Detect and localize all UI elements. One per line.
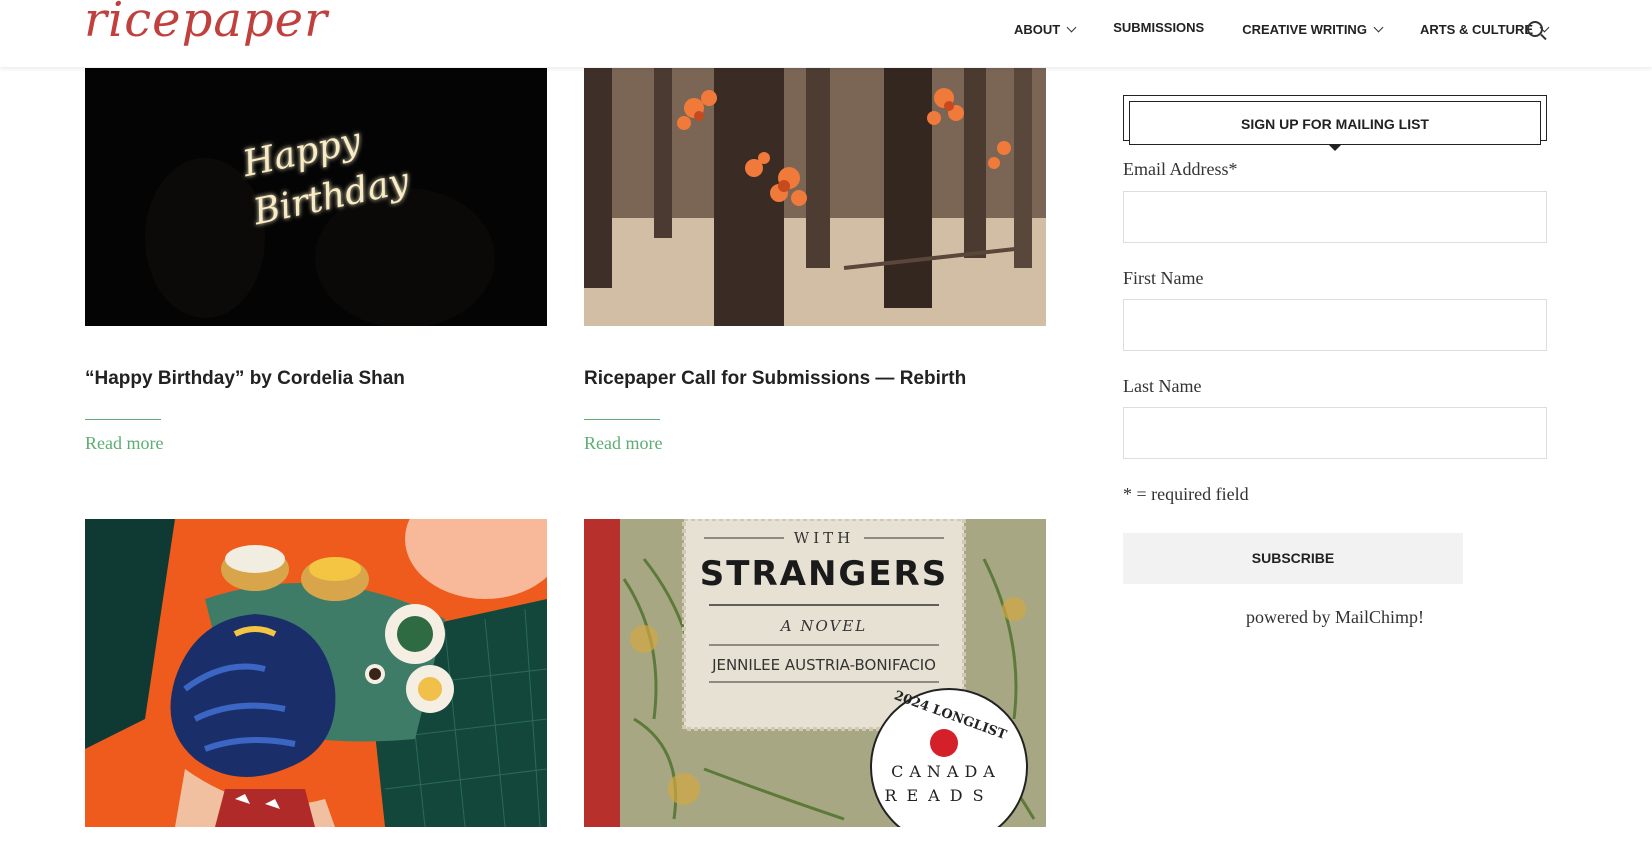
nav-creative-writing[interactable]: CREATIVE WRITING xyxy=(1242,22,1384,37)
last-name-label: Last Name xyxy=(1123,376,1202,396)
nav-creative-writing-label: CREATIVE WRITING xyxy=(1242,22,1367,37)
chevron-down-icon xyxy=(1373,22,1384,33)
book-cover-illustration: WITH STRANGERS A NOVEL JENNILEE AUSTRIA-… xyxy=(584,519,1046,827)
read-more-link[interactable]: Read more xyxy=(85,433,163,454)
subscribe-button[interactable]: SUBSCRIBE xyxy=(1123,533,1463,584)
nav-about-label: ABOUT xyxy=(1014,22,1061,37)
post-image-with-strangers[interactable]: WITH STRANGERS A NOVEL JENNILEE AUSTRIA-… xyxy=(584,519,1046,827)
nav-submissions[interactable]: SUBMISSIONS xyxy=(1113,20,1204,35)
post-title[interactable]: Ricepaper Call for Submissions — Rebirth xyxy=(584,368,966,390)
title-divider xyxy=(584,419,660,420)
mailing-list-widget-title: SIGN UP FOR MAILING LIST xyxy=(1129,101,1541,145)
nav-submissions-label: SUBMISSIONS xyxy=(1113,20,1205,35)
email-field[interactable] xyxy=(1123,191,1547,243)
nav-about[interactable]: ABOUT xyxy=(1014,22,1077,37)
site-logo[interactable]: ricepaper xyxy=(84,0,328,48)
site-header: ricepaper ABOUT SUBMISSIONS CREATIVE WRI… xyxy=(0,0,1652,67)
badge-line2-text: READS xyxy=(884,786,993,805)
forest-illustration xyxy=(584,68,1046,326)
post-image-rebirth[interactable] xyxy=(584,68,1046,326)
cover-title-text: STRANGERS xyxy=(700,554,948,594)
cover-subtitle-text: A NOVEL xyxy=(779,617,868,635)
post-image-happy-birthday[interactable]: Happy Birthday xyxy=(85,68,547,326)
neon-sign-illustration: Happy Birthday xyxy=(85,68,547,326)
last-name-field[interactable] xyxy=(1123,407,1547,459)
cover-top-text: WITH xyxy=(794,529,854,547)
first-name-field[interactable] xyxy=(1123,299,1547,351)
powered-by-text: powered by MailChimp! xyxy=(1246,607,1424,627)
post-title[interactable]: “Happy Birthday” by Cordelia Shan xyxy=(85,368,405,390)
read-more-link[interactable]: Read more xyxy=(584,433,662,454)
first-name-label: First Name xyxy=(1123,268,1204,288)
title-divider xyxy=(85,419,161,420)
post-image-dim-sum[interactable] xyxy=(85,519,547,827)
caret-down-icon xyxy=(1329,145,1341,151)
nav-arts-culture-label: ARTS & CULTURE xyxy=(1419,22,1534,37)
main-nav: ABOUT SUBMISSIONS CREATIVE WRITING ARTS … xyxy=(1014,20,1550,37)
badge-line1-text: CANADA xyxy=(891,762,1001,781)
dim-sum-illustration xyxy=(85,519,547,827)
required-note: * = required field xyxy=(1123,484,1249,504)
cover-author-text: JENNILEE AUSTRIA-BONIFACIO xyxy=(711,656,936,674)
email-label: Email Address* xyxy=(1123,159,1238,179)
chevron-down-icon xyxy=(1066,22,1077,33)
search-icon[interactable] xyxy=(1527,21,1543,37)
